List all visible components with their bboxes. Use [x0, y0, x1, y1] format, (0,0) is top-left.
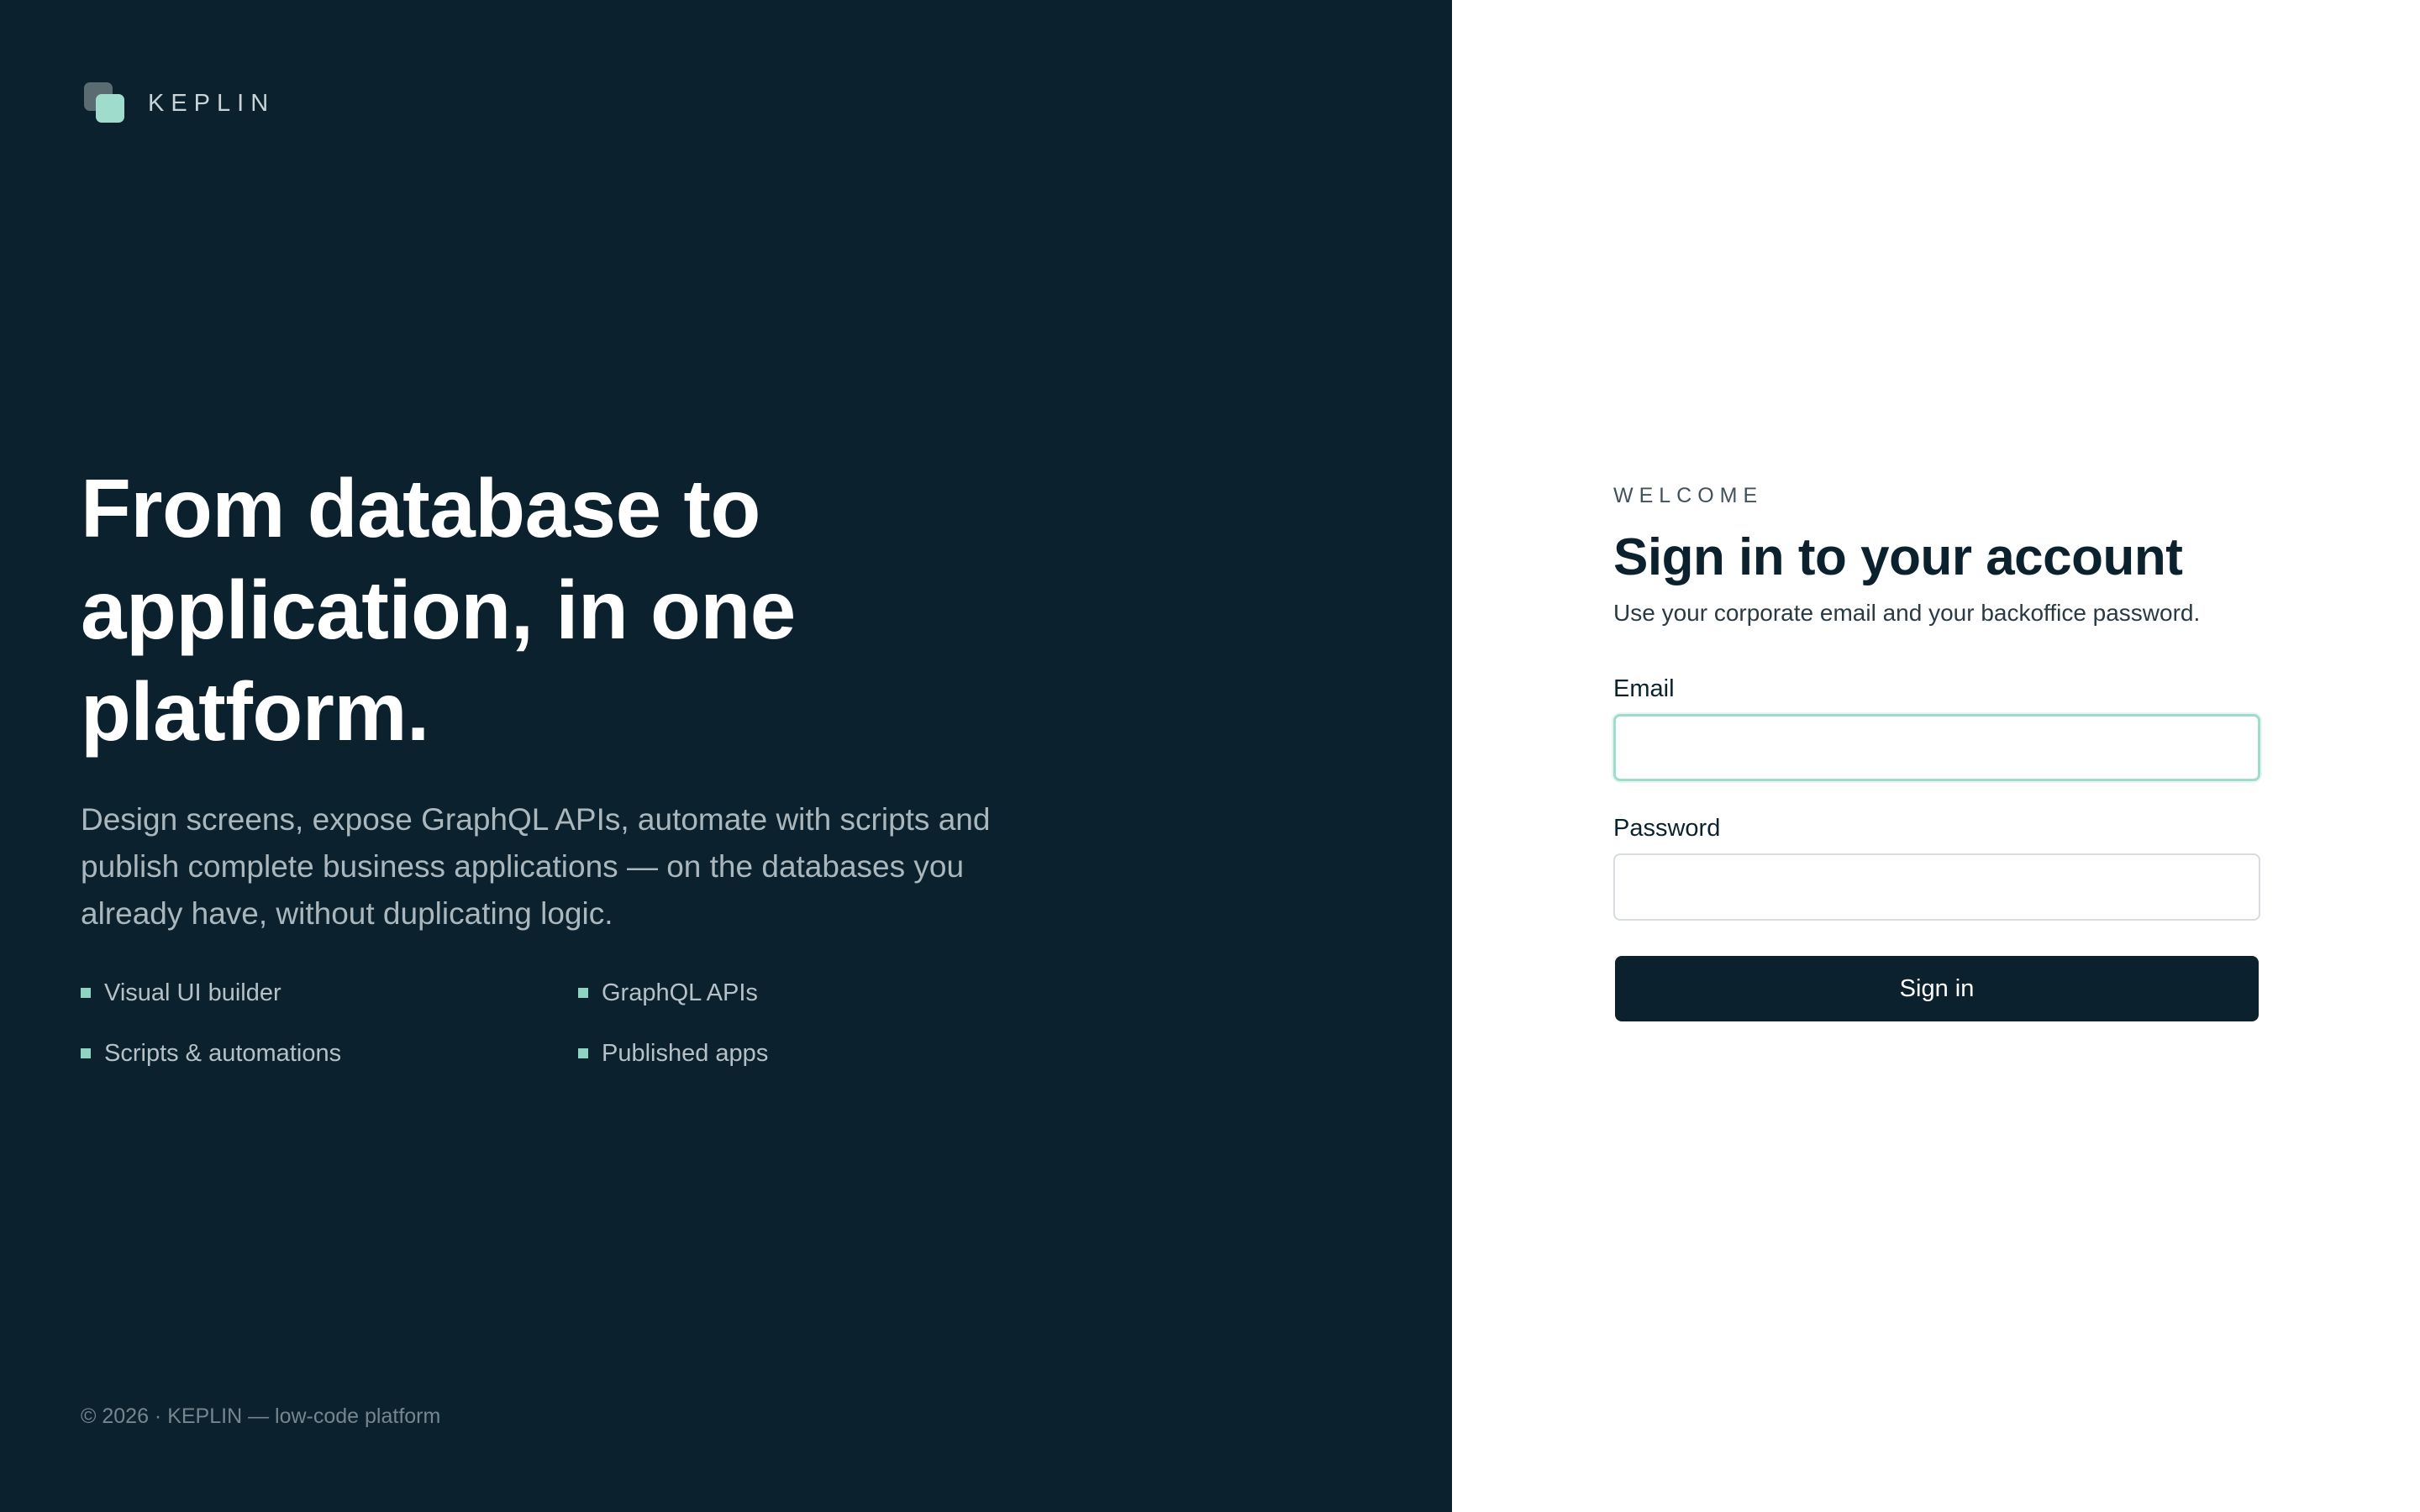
feature-item: Published apps: [578, 1039, 914, 1068]
email-field[interactable]: [1613, 714, 2260, 781]
email-label: Email: [1613, 675, 1675, 702]
stacked-squares-logo-icon: [84, 82, 126, 124]
brand-name: KEPLIN: [148, 89, 276, 117]
hero-subtitle: Design screens, expose GraphQL APIs, aut…: [81, 802, 991, 931]
form-subtitle: Use your corporate email and your backof…: [1613, 600, 2201, 626]
sign-in-button[interactable]: Sign in: [1615, 956, 2259, 1021]
feature-label: Published apps: [602, 1039, 769, 1067]
marketing-panel: KEPLIN From database to application, in …: [0, 0, 1452, 1512]
password-field[interactable]: [1613, 853, 2260, 921]
square-bullet-icon: [578, 1048, 588, 1058]
square-bullet-icon: [81, 988, 91, 998]
feature-list: Visual UI builder GraphQL APIs Scripts &…: [81, 979, 921, 1068]
feature-label: GraphQL APIs: [602, 979, 758, 1006]
feature-label: Scripts & automations: [104, 1039, 342, 1067]
copyright-footer: © 2026 · KEPLIN — low-code platform: [81, 1404, 441, 1428]
brand: KEPLIN: [84, 82, 275, 124]
feature-label: Visual UI builder: [104, 979, 281, 1006]
hero-title: From database to application, in one pla…: [81, 462, 796, 758]
login-panel: WELCOME Sign in to your account Use your…: [1452, 0, 2420, 1512]
feature-item: Scripts & automations: [81, 1039, 578, 1068]
feature-item: Visual UI builder: [81, 979, 578, 1007]
login-page: KEPLIN From database to application, in …: [0, 0, 2420, 1512]
square-bullet-icon: [578, 988, 588, 998]
password-label: Password: [1613, 815, 1721, 842]
login-form: WELCOME Sign in to your account Use your…: [1613, 484, 2260, 1021]
welcome-eyebrow: WELCOME: [1613, 484, 1764, 507]
square-bullet-icon: [81, 1048, 91, 1058]
logo-square-front: [96, 94, 124, 123]
form-title: Sign in to your account: [1613, 528, 2183, 586]
feature-item: GraphQL APIs: [578, 979, 914, 1007]
